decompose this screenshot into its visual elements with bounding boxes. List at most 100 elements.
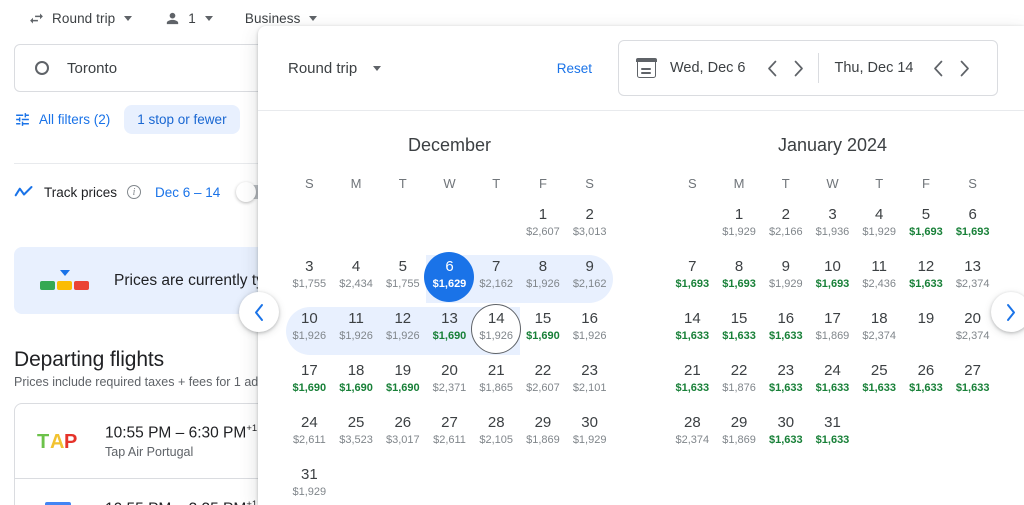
calendar-day-cell[interactable]: 26 $3,017 bbox=[379, 409, 426, 461]
calendar-day-cell[interactable]: 4 $2,434 bbox=[333, 253, 380, 305]
calendar-week-row: 7 $1,693 8 $1,693 9 $1,929 10 $1,693 11 $2,436 12 $… bbox=[669, 253, 996, 305]
calendar-day-cell[interactable]: 6 $1,693 bbox=[949, 201, 996, 253]
filter-chip-stops[interactable]: 1 stop or fewer bbox=[124, 104, 240, 134]
calendar-day-cell[interactable]: 11 $1,926 bbox=[333, 305, 380, 357]
calendar-day-price: $1,633 bbox=[815, 382, 850, 394]
calendar-day-cell[interactable]: 15 $1,633 bbox=[716, 305, 763, 357]
flight-times: 10:55 PM – 6:30 PM bbox=[105, 424, 247, 442]
calendar-day-cell[interactable]: 3 $1,936 bbox=[809, 201, 856, 253]
calendar-day-cell[interactable]: 1 $1,929 bbox=[716, 201, 763, 253]
weekday-label: T bbox=[398, 176, 407, 191]
departure-date-value[interactable]: Wed, Dec 6 bbox=[670, 60, 746, 76]
calendar-day-number: 26 bbox=[917, 362, 935, 379]
calendar-day-cell[interactable]: 2 $2,166 bbox=[762, 201, 809, 253]
panel-trip-type-selector[interactable]: Round trip bbox=[288, 60, 382, 77]
calendar-day-cell[interactable]: 3 $1,755 bbox=[286, 253, 333, 305]
calendar-day-number: 21 bbox=[684, 362, 701, 379]
calendar-day-cell[interactable]: 27 $2,611 bbox=[426, 409, 473, 461]
calendar-day-cell[interactable]: 22 $2,607 bbox=[520, 357, 567, 409]
calendar-day-cell[interactable]: 28 $2,105 bbox=[473, 409, 520, 461]
calendar-day-cell[interactable]: 5 $1,755 bbox=[379, 253, 426, 305]
calendar-day-cell[interactable]: 26 $1,633 bbox=[903, 357, 950, 409]
calendar-day-price: $2,374 bbox=[862, 330, 897, 342]
calendar-day-cell[interactable]: 29 $1,869 bbox=[520, 409, 567, 461]
reset-button[interactable]: Reset bbox=[557, 61, 592, 76]
info-icon[interactable]: i bbox=[127, 185, 142, 199]
calendar-day-number: 30 bbox=[777, 414, 795, 431]
calendar-day-cell[interactable]: 12 $1,926 bbox=[379, 305, 426, 357]
calendar-day-cell[interactable]: 31 $1,929 bbox=[286, 461, 333, 505]
calendar-day-cell[interactable]: 5 $1,693 bbox=[903, 201, 950, 253]
calendar-day-cell[interactable]: 9 $1,929 bbox=[762, 253, 809, 305]
calendar-day-number: 8 bbox=[538, 258, 548, 275]
calendar-day-price: $1,869 bbox=[526, 434, 560, 446]
calendar-day-number: 14 bbox=[487, 310, 505, 327]
calendar-day-price: $1,755 bbox=[385, 278, 420, 290]
calendar-day-cell[interactable]: 27 $1,633 bbox=[949, 357, 996, 409]
return-date-value[interactable]: Thu, Dec 14 bbox=[835, 60, 914, 76]
calendar-day-cell[interactable]: 16 $1,926 bbox=[566, 305, 613, 357]
calendar-day-cell[interactable]: 6 $1,629 bbox=[424, 252, 475, 305]
calendar-day-cell[interactable]: 14 $1,926 bbox=[471, 304, 522, 357]
calendar-day-cell[interactable]: 7 $1,693 bbox=[669, 253, 716, 305]
calendar-day-cell[interactable]: 25 $1,633 bbox=[856, 357, 903, 409]
passengers-selector[interactable]: 1 bbox=[154, 3, 223, 33]
calendar-day-cell[interactable]: 19 bbox=[903, 305, 950, 357]
calendar-day-cell[interactable]: 4 $1,929 bbox=[856, 201, 903, 253]
calendar-day-number: 19 bbox=[394, 362, 412, 379]
return-next-day-button[interactable] bbox=[952, 55, 978, 81]
calendar-day-cell[interactable]: 16 $1,633 bbox=[762, 305, 809, 357]
calendar-day-cell[interactable]: 8 $1,693 bbox=[716, 253, 763, 305]
calendar-day-cell[interactable]: 29 $1,869 bbox=[716, 409, 763, 461]
calendar-day-cell[interactable]: 30 $1,633 bbox=[762, 409, 809, 461]
calendar-day-cell[interactable]: 12 $1,633 bbox=[903, 253, 950, 305]
calendar-day-cell[interactable]: 17 $1,690 bbox=[286, 357, 333, 409]
flight-details: 10:55 PM – 6:30 PM+1 Tap Air Portugal bbox=[105, 423, 257, 459]
calendar-day-cell[interactable]: 21 $1,865 bbox=[473, 357, 520, 409]
calendar-day-cell[interactable]: 28 $2,374 bbox=[669, 409, 716, 461]
calendar-day-cell[interactable]: 23 $1,633 bbox=[762, 357, 809, 409]
calendar-day-cell[interactable]: 14 $1,633 bbox=[669, 305, 716, 357]
calendar-day-cell[interactable]: 11 $2,436 bbox=[856, 253, 903, 305]
return-prev-day-button[interactable] bbox=[926, 55, 952, 81]
calendar-day-number: 10 bbox=[301, 310, 318, 327]
calendar-day-cell[interactable]: 19 $1,690 bbox=[379, 357, 426, 409]
calendar-prev-month-button[interactable] bbox=[239, 292, 279, 332]
calendar-day-cell[interactable]: 18 $2,374 bbox=[856, 305, 903, 357]
calendar-day-cell[interactable]: 15 $1,690 bbox=[520, 305, 567, 357]
calendar-day-price: $1,693 bbox=[909, 226, 943, 238]
weekday-label: M bbox=[350, 176, 362, 191]
calendar-day-cell[interactable]: 2 $3,013 bbox=[566, 201, 613, 253]
calendar-day-cell[interactable]: 20 $2,374 bbox=[949, 305, 996, 357]
calendar-day-cell[interactable]: 9 $2,162 bbox=[566, 253, 613, 305]
departure-prev-day-button[interactable] bbox=[760, 55, 786, 81]
trip-type-selector[interactable]: Round trip bbox=[18, 3, 142, 33]
calendar-day-number: 16 bbox=[581, 310, 598, 327]
calendar-day-cell[interactable]: 23 $2,101 bbox=[566, 357, 613, 409]
calendar-day-cell[interactable]: 1 $2,607 bbox=[520, 201, 567, 253]
calendar-day-cell[interactable]: 10 $1,693 bbox=[809, 253, 856, 305]
calendar-day-cell[interactable]: 8 $1,926 bbox=[520, 253, 567, 305]
calendar-day-cell[interactable]: 18 $1,690 bbox=[333, 357, 380, 409]
calendar-day-cell[interactable]: 22 $1,876 bbox=[716, 357, 763, 409]
calendar-day-cell[interactable]: 7 $2,162 bbox=[473, 253, 520, 305]
calendar-month-title: January 2024 bbox=[777, 135, 888, 155]
calendar-day-cell[interactable]: 31 $1,633 bbox=[809, 409, 856, 461]
calendar-day-cell[interactable]: 25 $3,523 bbox=[333, 409, 380, 461]
calendar-day-cell[interactable]: 17 $1,869 bbox=[809, 305, 856, 357]
calendar-next-month-button[interactable] bbox=[991, 292, 1024, 332]
calendar-day-cell[interactable]: 20 $2,371 bbox=[426, 357, 473, 409]
departure-next-day-button[interactable] bbox=[786, 55, 812, 81]
calendar-day-cell[interactable]: 10 $1,926 bbox=[286, 305, 333, 357]
calendar-day-price: $1,926 bbox=[339, 330, 373, 342]
calendar-day-number: 12 bbox=[394, 310, 412, 327]
calendar-day-number: 3 bbox=[828, 206, 837, 223]
all-filters-button[interactable]: All filters (2) bbox=[14, 111, 110, 128]
calendar-day-cell[interactable]: 30 $1,929 bbox=[566, 409, 613, 461]
calendar-day-cell[interactable]: 24 $2,611 bbox=[286, 409, 333, 461]
calendar-day-cell[interactable]: 13 $2,374 bbox=[949, 253, 996, 305]
calendar-day-cell[interactable]: 21 $1,633 bbox=[669, 357, 716, 409]
calendar-day-cell[interactable]: 13 $1,690 bbox=[426, 305, 473, 357]
calendar-day-cell[interactable]: 24 $1,633 bbox=[809, 357, 856, 409]
calendar-day-price: $2,162 bbox=[479, 278, 514, 290]
